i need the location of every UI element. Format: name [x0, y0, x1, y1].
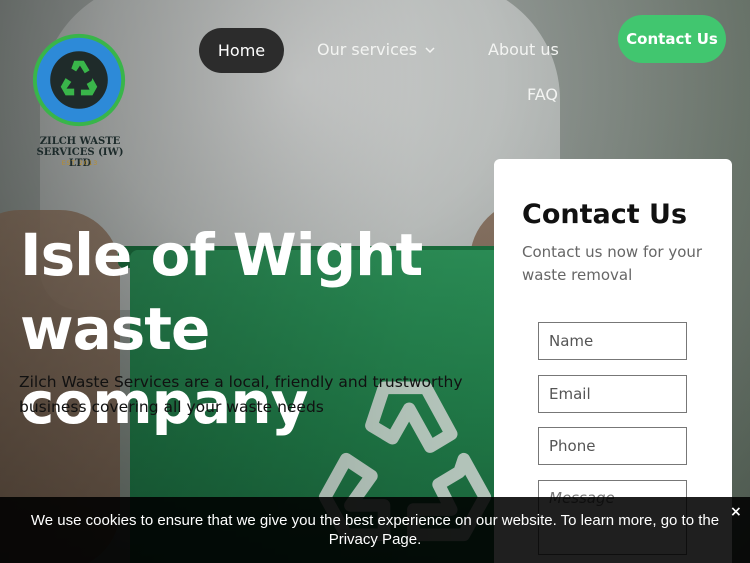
cookie-banner: We use cookies to ensure that we give yo…: [0, 497, 750, 563]
nav-about-us[interactable]: About us: [488, 40, 559, 59]
nav-our-services-label: Our services: [317, 40, 418, 59]
nav-our-services[interactable]: Our services: [317, 40, 435, 59]
email-field[interactable]: [538, 375, 687, 413]
contact-card-subtitle: Contact us now for your waste removal: [522, 243, 703, 284]
hero-subtitle: Zilch Waste Services are a local, friend…: [19, 373, 463, 416]
logo-name-line1: ZILCH WASTE: [39, 136, 121, 147]
logo-est: EST 2013: [61, 160, 99, 167]
name-field[interactable]: [538, 322, 687, 360]
close-icon[interactable]: ×: [730, 504, 742, 520]
recycle-icon: [32, 33, 126, 127]
chevron-down-icon: [425, 46, 435, 53]
nav-faq[interactable]: FAQ: [527, 85, 558, 104]
nav-home[interactable]: Home: [199, 28, 284, 73]
hero-title-line1: Isle of Wight: [20, 221, 423, 289]
cookie-text: We use cookies to ensure that we give yo…: [30, 512, 720, 548]
contact-us-button[interactable]: Contact Us: [618, 15, 726, 63]
phone-field[interactable]: [538, 427, 687, 465]
contact-card-title: Contact Us: [522, 199, 688, 230]
